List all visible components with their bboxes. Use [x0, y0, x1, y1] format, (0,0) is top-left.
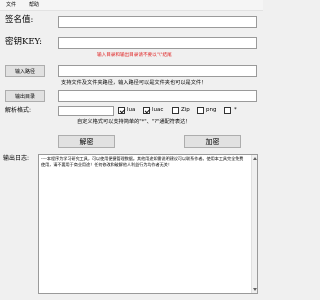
- png-checkbox[interactable]: [197, 107, 204, 114]
- custom-format-hint: 自定义格式可以支持简单的"*"、"?"通配符表达！: [77, 119, 191, 125]
- sign-label: 签名值:: [5, 15, 34, 25]
- all-checkbox-label: *: [234, 107, 237, 113]
- decrypt-button[interactable]: 解密: [58, 135, 115, 148]
- path-hint-warning: 输入目录和输出目录请不要以"\"结尾: [97, 53, 172, 58]
- key-input[interactable]: [58, 37, 257, 49]
- scroll-down-icon: [253, 288, 257, 291]
- sign-input[interactable]: [58, 16, 257, 28]
- menu-bar: [0, 0, 263, 11]
- input-path-button[interactable]: 输入路径: [5, 65, 45, 77]
- png-checkbox-label: png: [206, 107, 217, 113]
- output-dir-button[interactable]: 输出目录: [5, 90, 45, 102]
- path-support-hint: 支持文件及文件夹路径，输入路径可以是文件夹也可以是文件！: [61, 80, 207, 86]
- luac-checkbox[interactable]: [143, 107, 150, 114]
- output-log[interactable]: ----本程序为学习研究工具，可以使用便捷管理数据。其他用途如需说明建议可以联系…: [38, 154, 258, 294]
- menu-file[interactable]: 文件: [6, 2, 16, 8]
- input-path-field[interactable]: [58, 65, 257, 77]
- encrypt-button[interactable]: 加密: [184, 135, 241, 148]
- zip-checkbox-label: Zip: [181, 107, 190, 113]
- output-dir-field[interactable]: [58, 90, 257, 102]
- log-text: ----本程序为学习研究工具，可以使用便捷管理数据。其他用途如需说明建议可以联系…: [41, 156, 244, 167]
- lua-checkbox[interactable]: [118, 107, 125, 114]
- log-label: 输出日志:: [3, 155, 30, 162]
- zip-checkbox[interactable]: [172, 107, 179, 114]
- custom-format-input[interactable]: [58, 106, 114, 116]
- parse-format-label: 解析格式:: [5, 107, 32, 114]
- scroll-up-icon: [253, 157, 257, 160]
- key-label: 密钥KEY:: [5, 37, 42, 47]
- log-scrollbar[interactable]: [251, 155, 257, 293]
- lua-checkbox-label: lua: [127, 107, 136, 113]
- all-checkbox[interactable]: [224, 107, 231, 114]
- menu-help[interactable]: 帮助: [29, 2, 39, 8]
- luac-checkbox-label: luac: [152, 107, 164, 113]
